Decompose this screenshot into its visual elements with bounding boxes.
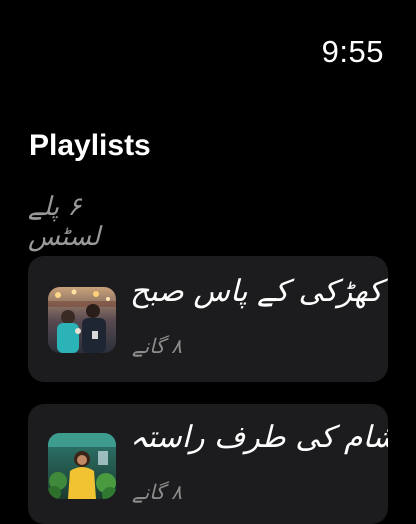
playlist-song-count: ۸ گانے xyxy=(132,334,183,358)
playlist-thumbnail xyxy=(48,287,116,353)
playlist-thumbnail xyxy=(48,433,116,499)
playlist-card[interactable]: شام کی طرف راستہ ۸ گانے xyxy=(28,404,388,524)
page-title: Playlists xyxy=(29,129,151,162)
playlist-card[interactable]: کھڑکی کے پاس صبح ۸ گانے xyxy=(28,256,388,382)
playlist-title: کھڑکی کے پاس صبح xyxy=(130,274,383,309)
playlist-count: ۶ پلے لسٹس xyxy=(28,192,101,252)
playlist-title: شام کی طرف راستہ xyxy=(130,420,388,455)
status-time: 9:55 xyxy=(321,34,384,69)
playlist-song-count: ۸ گانے xyxy=(132,480,183,504)
